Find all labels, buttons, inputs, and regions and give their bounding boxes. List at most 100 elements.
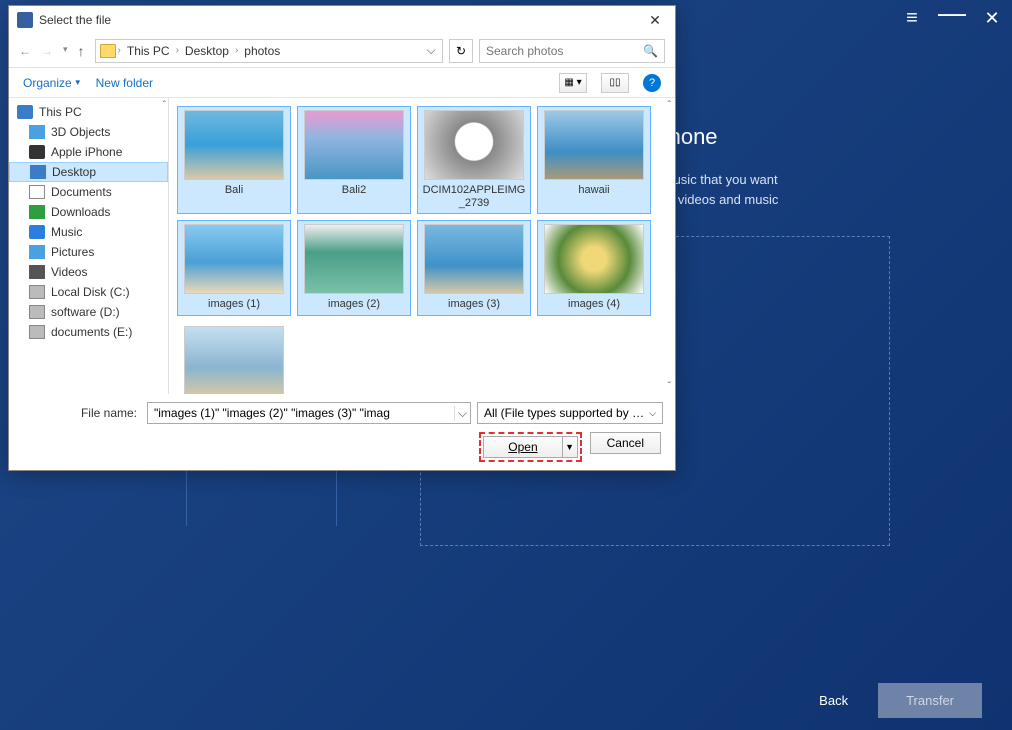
file-label: Bali [225, 184, 243, 197]
file-list[interactable]: ˆ Bali Bali2DCIM102APPLEIMG_2739hawaii ima… [169, 98, 675, 394]
breadcrumb-item[interactable]: This PC [123, 44, 174, 58]
tree-item[interactable]: Videos [9, 262, 168, 282]
back-button[interactable]: Back [801, 683, 866, 718]
tree-item-label: Pictures [51, 245, 94, 259]
file-item[interactable]: Bali [177, 106, 291, 214]
folder-icon [29, 225, 45, 239]
file-label: images (4) [568, 298, 620, 311]
thumbnail [424, 110, 524, 180]
search-icon[interactable]: 🔍 [643, 44, 658, 58]
folder-icon [29, 125, 45, 139]
folder-icon [100, 44, 116, 58]
folder-icon [29, 285, 45, 299]
tree-item-label: Music [51, 225, 82, 239]
file-item[interactable]: Bali2 [297, 106, 411, 214]
nav-back-icon[interactable]: ← [19, 44, 31, 58]
thumbnail [184, 326, 284, 394]
tree-item-label: Apple iPhone [51, 145, 122, 159]
dialog-titlebar: Select the file ✕ [9, 6, 675, 34]
file-item[interactable]: images (4) [537, 220, 651, 315]
thumbnail [304, 224, 404, 294]
file-item[interactable]: DCIM102APPLEIMG_2739 [417, 106, 531, 214]
tree-item[interactable]: 3D Objects [9, 122, 168, 142]
nav-up-icon[interactable]: ↑ [78, 43, 85, 59]
organize-button[interactable]: Organize ▼ [23, 76, 82, 90]
thumbnail [544, 224, 644, 294]
breadcrumb-item[interactable]: photos [240, 44, 284, 58]
folder-icon [17, 105, 33, 119]
file-label: images (2) [328, 298, 380, 311]
tree-item-label: Downloads [51, 205, 110, 219]
nav-recent-icon[interactable]: ▾ [63, 44, 68, 58]
dialog-body: ˆ This PC3D Objects Apple iPhone Desktop Do… [9, 98, 675, 394]
dialog-close-icon[interactable]: ✕ [643, 8, 667, 32]
nav-arrows: ← → ▾ [19, 44, 68, 58]
tree-item-label: Documents [51, 185, 112, 199]
tree-item[interactable]: Local Disk (C:) [9, 282, 168, 302]
dialog-footer: File name: ⌵ All (File types supported b… [9, 394, 675, 470]
refresh-icon[interactable]: ↻ [449, 39, 473, 63]
tree-item-label: software (D:) [51, 305, 120, 319]
help-icon[interactable]: ? [643, 74, 661, 92]
minimize-icon[interactable]: — [940, 1, 964, 25]
tree-item[interactable]: Documents [9, 182, 168, 202]
transfer-button[interactable]: Transfer [878, 683, 982, 718]
tree-item[interactable]: software (D:) [9, 302, 168, 322]
file-type-filter[interactable]: All (File types supported by the ⌵ [477, 402, 663, 424]
file-item[interactable]: images (1) [177, 220, 291, 315]
file-item[interactable] [177, 322, 291, 394]
app-icon [17, 12, 33, 28]
dialog-nav: ← → ▾ ↑ › This PC › Desktop › photos ⌵ ↻… [9, 34, 675, 68]
file-label: hawaii [578, 184, 609, 197]
cancel-button[interactable]: Cancel [590, 432, 661, 454]
tree-item-label: Desktop [52, 165, 96, 179]
app-close-icon[interactable]: ✕ [980, 6, 1004, 30]
folder-icon [29, 185, 45, 199]
thumbnail [304, 110, 404, 180]
search-box[interactable]: 🔍 [479, 39, 665, 63]
file-item[interactable]: images (3) [417, 220, 531, 315]
folder-icon [29, 305, 45, 319]
scroll-down-icon[interactable]: ˇ [668, 381, 671, 392]
tree-item[interactable]: Apple iPhone [9, 142, 168, 162]
preview-pane-button[interactable]: ▯▯ [601, 73, 629, 93]
chevron-down-icon[interactable]: ▼ [563, 442, 577, 452]
file-item[interactable]: images (2) [297, 220, 411, 315]
chevron-right-icon[interactable]: › [176, 45, 179, 56]
tree-item[interactable]: Desktop [9, 162, 168, 182]
tree-item[interactable]: This PC [9, 102, 168, 122]
breadcrumb[interactable]: › This PC › Desktop › photos ⌵ [95, 39, 443, 63]
nav-forward-icon: → [41, 44, 53, 58]
file-label: images (1) [208, 298, 260, 311]
scroll-up-icon[interactable]: ˆ [163, 100, 166, 111]
file-item[interactable]: hawaii [537, 106, 651, 214]
open-button[interactable]: Open ▼ [483, 436, 577, 458]
dialog-toolbar: Organize ▼ New folder ▦ ▾ ▯▯ ? [9, 68, 675, 98]
tree-item[interactable]: Pictures [9, 242, 168, 262]
tree-item[interactable]: documents (E:) [9, 322, 168, 342]
list-icon[interactable] [900, 6, 924, 30]
folder-tree[interactable]: ˆ This PC3D Objects Apple iPhone Desktop Do… [9, 98, 169, 394]
chevron-down-icon[interactable]: ⌵ [454, 406, 470, 421]
breadcrumb-dropdown-icon[interactable]: ⌵ [424, 43, 438, 58]
chevron-right-icon[interactable]: › [235, 45, 238, 56]
filename-field[interactable]: ⌵ [147, 402, 471, 424]
scroll-up-icon[interactable]: ˆ [668, 100, 671, 111]
chevron-down-icon: ▼ [74, 78, 82, 87]
tree-item[interactable]: Downloads [9, 202, 168, 222]
thumbnail [424, 224, 524, 294]
folder-icon [29, 265, 45, 279]
filename-input[interactable] [148, 406, 454, 420]
new-folder-button[interactable]: New folder [96, 76, 153, 90]
breadcrumb-item[interactable]: Desktop [181, 44, 233, 58]
app-footer: Back Transfer [0, 670, 1012, 730]
search-input[interactable] [486, 44, 643, 58]
thumbnail [544, 110, 644, 180]
folder-icon [29, 325, 45, 339]
filename-label: File name: [21, 406, 141, 420]
tree-item[interactable]: Music [9, 222, 168, 242]
view-mode-button[interactable]: ▦ ▾ [559, 73, 587, 93]
folder-icon [30, 165, 46, 179]
folder-icon [29, 245, 45, 259]
chevron-right-icon[interactable]: › [118, 45, 121, 56]
